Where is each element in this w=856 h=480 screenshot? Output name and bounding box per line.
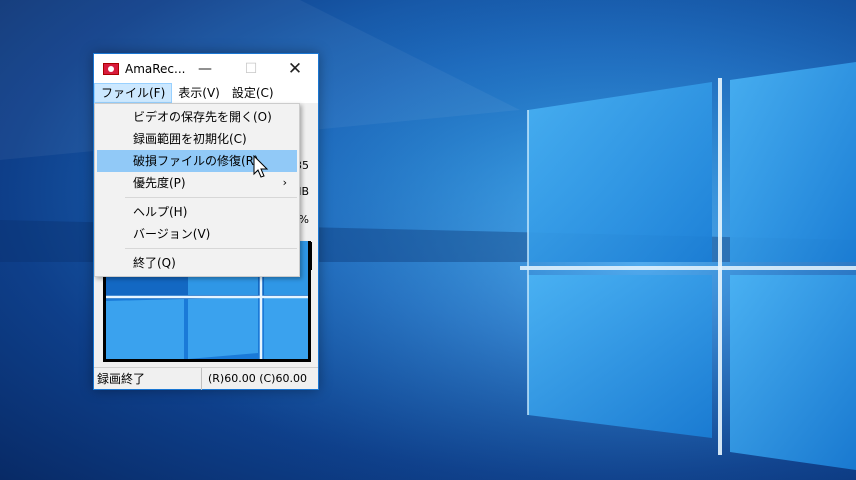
menu-item-exit[interactable]: 終了(Q) [97,252,297,274]
status-recording: 録画終了 [94,367,202,390]
file-menu-dropdown: ビデオの保存先を開く(O) 録画範囲を初期化(C) 破損ファイルの修復(R) 優… [94,103,300,277]
status-framerate: (R)60.00 (C)60.00 [208,372,307,385]
menu-item-priority-label: 優先度(P) [133,176,186,190]
amarec-app-icon [103,62,119,75]
menu-item-reset-capture-area[interactable]: 録画範囲を初期化(C) [97,128,297,150]
menu-separator [125,197,297,198]
menu-bar: ファイル(F) 表示(V) 設定(C) [94,83,318,103]
menu-item-open-video-folder[interactable]: ビデオの保存先を開く(O) [97,106,297,128]
close-button[interactable]: ✕ [272,54,318,83]
minimize-button[interactable]: — [182,54,228,83]
menu-settings[interactable]: 設定(C) [226,83,280,103]
mouse-cursor-icon [253,155,269,178]
edge-fragment-c: % [298,213,309,226]
maximize-button[interactable]: ☐ [228,54,274,83]
menu-view[interactable]: 表示(V) [172,83,226,103]
menu-file[interactable]: ファイル(F) [94,83,173,103]
status-bar: 録画終了 (R)60.00 (C)60.00 [94,367,318,390]
chevron-right-icon: › [282,176,287,189]
title-bar[interactable]: AmaRec... — ☐ ✕ [94,54,318,83]
menu-separator [125,248,297,249]
window-title: AmaRec... [125,61,186,76]
menu-item-version[interactable]: バージョン(V) [97,223,297,245]
menu-item-help[interactable]: ヘルプ(H) [97,201,297,223]
